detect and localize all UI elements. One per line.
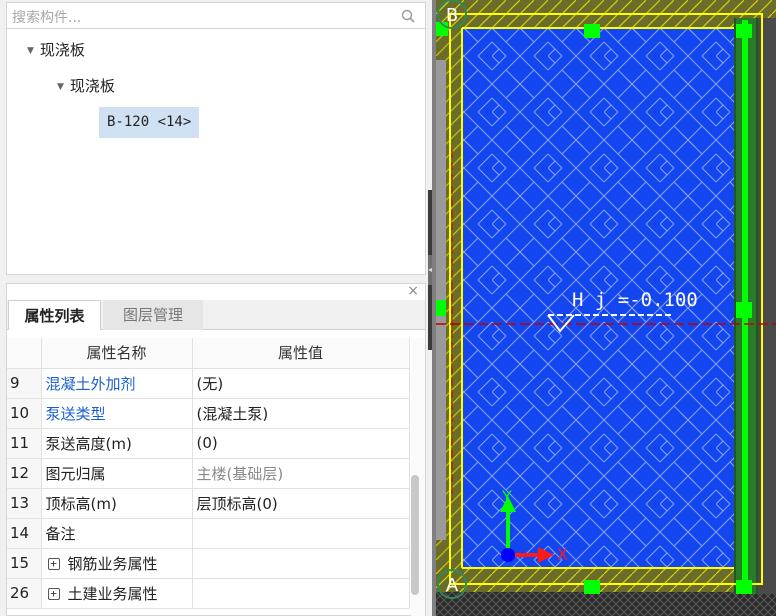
row-number: 26 bbox=[7, 578, 42, 609]
property-name-text: 图元归属 bbox=[45, 464, 106, 483]
property-name-text: 钢筋业务属性 bbox=[67, 554, 158, 573]
row-number: 12 bbox=[7, 458, 42, 489]
tree-node-root[interactable]: ▼ 现浇板 bbox=[27, 38, 85, 62]
row-number: 14 bbox=[7, 518, 42, 549]
ucs-label-y: Y bbox=[501, 487, 512, 506]
table-row[interactable]: 15 + 钢筋业务属性 bbox=[7, 548, 410, 579]
table-row[interactable]: 11 泵送高度(m) (0) bbox=[7, 428, 410, 459]
axis-label-b: B bbox=[446, 5, 458, 26]
property-name: 泵送高度(m) bbox=[41, 428, 193, 459]
property-value[interactable]: (0) bbox=[192, 428, 410, 459]
property-name-text: 混凝土外加剂 bbox=[45, 374, 136, 393]
property-name: + 土建业务属性 bbox=[41, 578, 193, 609]
expand-plus-icon[interactable]: + bbox=[47, 588, 60, 600]
grip-point[interactable] bbox=[436, 300, 446, 316]
close-icon[interactable]: × bbox=[407, 283, 419, 299]
wall-right-edge bbox=[758, 18, 776, 594]
grip-point[interactable] bbox=[736, 24, 752, 38]
property-value[interactable]: (混凝土泵) bbox=[192, 398, 410, 429]
property-name: 顶标高(m) bbox=[41, 488, 193, 519]
row-number: 13 bbox=[7, 488, 42, 519]
tree-node-child-label: 现浇板 bbox=[69, 77, 115, 95]
expand-arrow-icon[interactable]: ▼ bbox=[57, 75, 64, 99]
property-value[interactable]: 层顶标高(0) bbox=[192, 488, 410, 519]
row-number: 10 bbox=[7, 398, 42, 429]
expand-arrow-icon[interactable]: ▼ bbox=[27, 39, 34, 63]
grip-point[interactable] bbox=[584, 24, 600, 38]
property-name: 混凝土外加剂 bbox=[41, 368, 193, 399]
tree-leaf-selected[interactable]: B-120 <14> bbox=[99, 107, 200, 138]
grip-point[interactable] bbox=[736, 302, 752, 318]
tab-properties[interactable]: 属性列表 bbox=[8, 300, 101, 330]
property-name: 泵送类型 bbox=[41, 398, 193, 429]
tree-node-child[interactable]: ▼ 现浇板 bbox=[57, 74, 115, 98]
slab-drawing: B A H j =-0.100 Y X bbox=[436, 0, 776, 616]
property-value[interactable] bbox=[192, 548, 410, 579]
beam-band-bottom-hatch bbox=[436, 566, 776, 592]
row-number: 11 bbox=[7, 428, 42, 459]
property-name-text: 备注 bbox=[45, 524, 76, 543]
row-number: 15 bbox=[7, 548, 42, 579]
table-row[interactable]: 10 泵送类型 (混凝土泵) bbox=[7, 398, 410, 429]
table-header-row: 属性名称 属性值 bbox=[7, 338, 410, 369]
table-row[interactable]: 13 顶标高(m) 层顶标高(0) bbox=[7, 488, 410, 519]
row-number: 9 bbox=[7, 368, 42, 399]
component-tree: ▼ 现浇板 ▼ 现浇板 B-120 <14> bbox=[6, 29, 426, 275]
property-name-text: 泵送高度(m) bbox=[45, 434, 132, 453]
tab-layers[interactable]: 图层管理 bbox=[103, 300, 203, 330]
axis-label-a: A bbox=[446, 575, 459, 596]
panel-tabs: 属性列表 图层管理 bbox=[7, 300, 425, 330]
table-row[interactable]: 9 混凝土外加剂 (无) bbox=[7, 368, 410, 399]
elevation-annotation: H j =-0.100 bbox=[572, 289, 698, 311]
scrollbar-thumb[interactable] bbox=[411, 475, 419, 595]
property-value[interactable] bbox=[192, 578, 410, 609]
hatch-strip-bottom bbox=[436, 590, 776, 616]
grip-point[interactable] bbox=[736, 580, 752, 594]
search-input[interactable]: 搜索构件... bbox=[6, 2, 426, 29]
drawing-canvas[interactable]: B A H j =-0.100 Y X bbox=[436, 0, 776, 616]
tree-node-root-label: 现浇板 bbox=[39, 41, 85, 59]
header-value: 属性值 bbox=[192, 338, 410, 369]
properties-panel: × 属性列表 图层管理 属性名称 属性值 9 混凝土外加剂 (无) 10 泵送类型 (混凝… bbox=[6, 283, 426, 616]
property-name-text: 土建业务属性 bbox=[67, 584, 158, 603]
property-name: 备注 bbox=[41, 518, 193, 549]
header-name: 属性名称 bbox=[41, 338, 193, 369]
expand-plus-icon[interactable]: + bbox=[47, 558, 60, 570]
component-panel: 搜索构件... ▼ 现浇板 ▼ 现浇板 B-120 <14> × 属性列表 图层管理… bbox=[0, 0, 434, 616]
property-value[interactable]: 主楼(基础层) bbox=[192, 458, 410, 489]
table-row[interactable]: 26 + 土建业务属性 bbox=[7, 578, 410, 609]
properties-table: 属性名称 属性值 9 混凝土外加剂 (无) 10 泵送类型 (混凝土泵) 11 泵送高度(m)… bbox=[7, 338, 410, 609]
table-row[interactable]: 12 图元归属 主楼(基础层) bbox=[7, 458, 410, 489]
property-name: + 钢筋业务属性 bbox=[41, 548, 193, 579]
header-num bbox=[7, 338, 42, 369]
search-placeholder: 搜索构件... bbox=[12, 10, 82, 26]
search-icon[interactable] bbox=[401, 9, 415, 23]
property-name: 图元归属 bbox=[41, 458, 193, 489]
table-row[interactable]: 14 备注 bbox=[7, 518, 410, 549]
property-name-text: 顶标高(m) bbox=[45, 494, 117, 513]
property-value[interactable] bbox=[192, 518, 410, 549]
property-name-text: 泵送类型 bbox=[45, 404, 106, 423]
ucs-label-x: X bbox=[557, 545, 568, 564]
grip-point[interactable] bbox=[584, 580, 600, 594]
property-value[interactable]: (无) bbox=[192, 368, 410, 399]
ucs-origin-icon bbox=[501, 548, 515, 562]
